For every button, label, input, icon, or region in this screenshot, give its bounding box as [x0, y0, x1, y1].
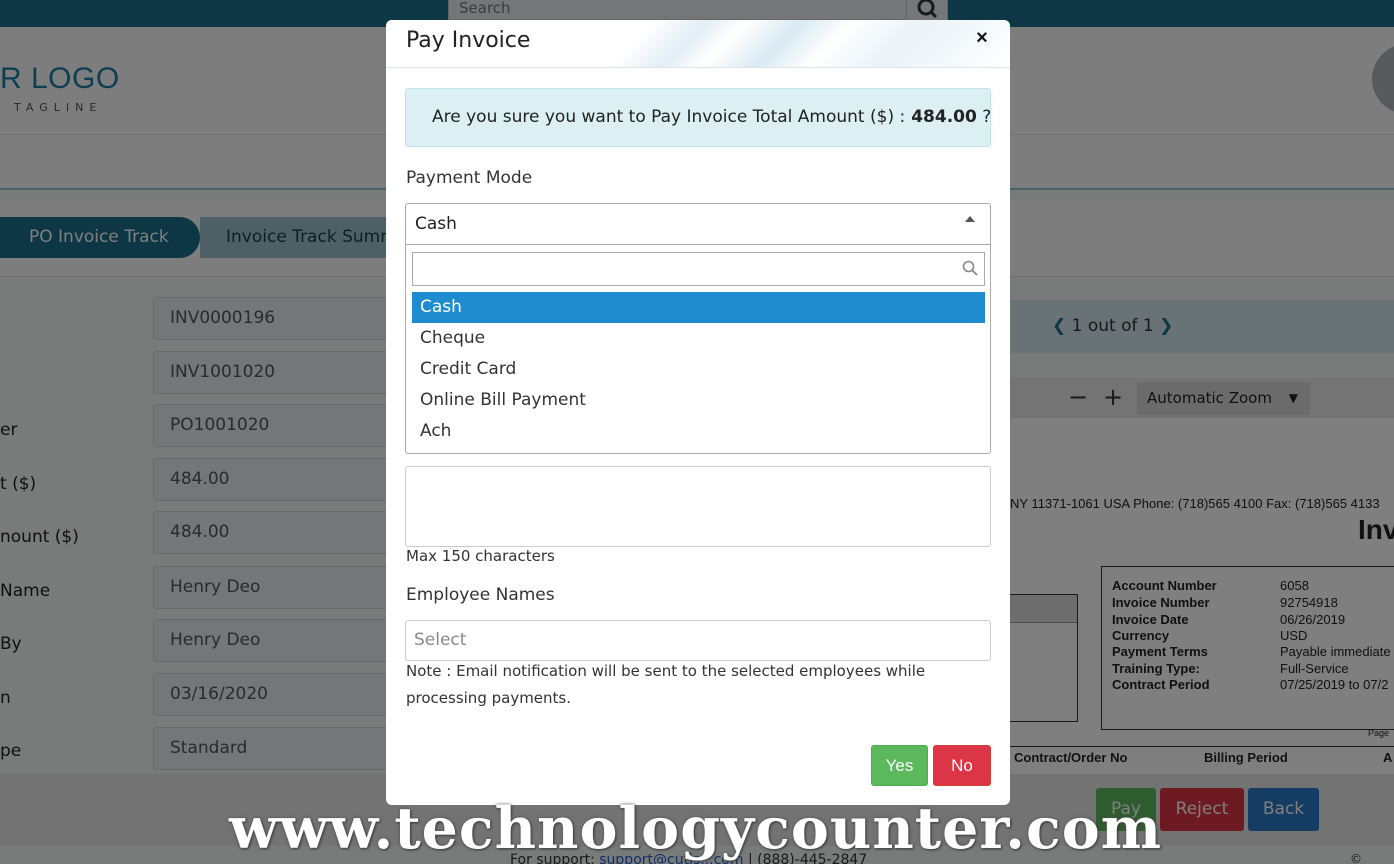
- employee-names-label: Employee Names: [406, 585, 555, 605]
- payment-option-cash[interactable]: Cash: [412, 292, 985, 323]
- modal-title: Pay Invoice: [406, 28, 531, 53]
- payment-mode-label: Payment Mode: [406, 168, 533, 188]
- no-button[interactable]: No: [933, 745, 991, 786]
- employee-names-select[interactable]: Select: [405, 620, 991, 661]
- pay-invoice-modal: Pay Invoice × Are you sure you want to P…: [386, 20, 1010, 805]
- caret-up-icon: [965, 216, 975, 222]
- payment-mode-select[interactable]: Cash: [405, 203, 991, 245]
- yes-button[interactable]: Yes: [871, 745, 928, 786]
- search-icon: [962, 260, 978, 276]
- confirm-amount: 484.00: [911, 107, 977, 127]
- payment-option-online-bill-payment[interactable]: Online Bill Payment: [412, 385, 985, 416]
- payment-option-ach[interactable]: Ach: [412, 416, 985, 447]
- confirm-text: Are you sure you want to Pay Invoice Tot…: [432, 107, 906, 127]
- modal-header: Pay Invoice ×: [386, 20, 1010, 68]
- dropdown-search-input[interactable]: [412, 252, 985, 286]
- watermark: www.technologycounter.com: [229, 795, 1163, 862]
- confirm-suffix: ?: [982, 107, 992, 127]
- payment-option-credit-card[interactable]: Credit Card: [412, 354, 985, 385]
- confirm-alert: Are you sure you want to Pay Invoice Tot…: [405, 88, 991, 147]
- email-note: Note : Email notification will be sent t…: [406, 662, 926, 707]
- close-icon[interactable]: ×: [970, 26, 994, 50]
- remarks-textarea[interactable]: [405, 466, 991, 547]
- payment-option-cheque[interactable]: Cheque: [412, 323, 985, 354]
- max-chars-hint: Max 150 characters: [406, 547, 555, 565]
